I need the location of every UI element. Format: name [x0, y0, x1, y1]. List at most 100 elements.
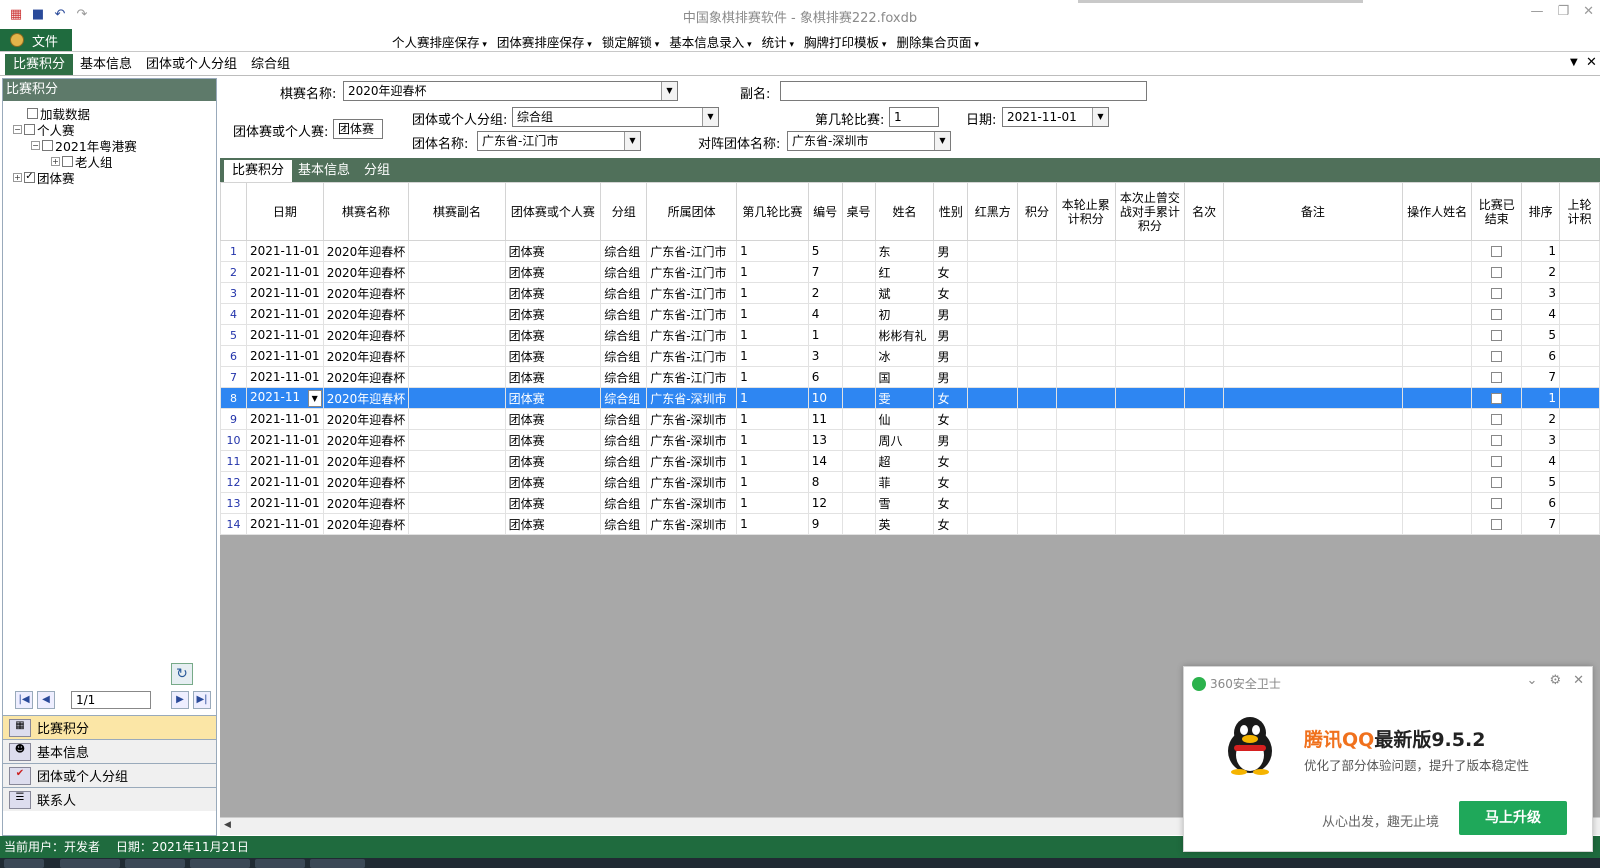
side-cell[interactable]	[967, 345, 1019, 367]
table-number-cell[interactable]	[841, 303, 876, 325]
nav-team-individual-group[interactable]: ✔ 团体或个人分组	[3, 763, 216, 787]
cumulative-score-cell[interactable]	[1055, 450, 1116, 472]
player-number-cell[interactable]: 1	[807, 324, 843, 346]
team-cell[interactable]: 广东省-深圳市	[646, 408, 738, 430]
gender-cell[interactable]: 男	[933, 345, 969, 367]
finished-checkbox[interactable]	[1491, 372, 1503, 383]
date-cell[interactable]: 2021-11-01	[245, 513, 324, 535]
match-name-cell[interactable]: 2020年迎春杯	[322, 261, 410, 283]
match-name-cell[interactable]: 2020年迎春杯	[322, 408, 410, 430]
column-header[interactable]: 本次止曾交战对手累计积分	[1114, 182, 1186, 241]
finished-checkbox[interactable]	[1491, 435, 1503, 446]
gender-cell[interactable]: 男	[933, 240, 969, 262]
match-name-cell[interactable]: 2020年迎春杯	[322, 282, 410, 304]
previous-round-cell[interactable]	[1559, 261, 1600, 283]
round-cell[interactable]: 1	[736, 282, 809, 304]
row-number[interactable]: 13	[220, 492, 247, 514]
previous-round-cell[interactable]	[1559, 324, 1600, 346]
finished-checkbox[interactable]	[1491, 393, 1503, 404]
match-name-cell[interactable]: 2020年迎春杯	[322, 387, 410, 409]
table-number-cell[interactable]	[841, 240, 876, 262]
row-number[interactable]: 3	[220, 282, 247, 304]
round-cell[interactable]: 1	[736, 450, 809, 472]
round-cell[interactable]: 1	[736, 261, 809, 283]
order-cell[interactable]: 2	[1521, 408, 1560, 430]
minimize-icon[interactable]: —	[1530, 4, 1543, 19]
previous-round-cell[interactable]	[1559, 366, 1600, 388]
previous-round-cell[interactable]	[1559, 492, 1600, 514]
rank-cell[interactable]	[1184, 282, 1225, 304]
table-number-cell[interactable]	[841, 450, 876, 472]
match-name-cell[interactable]: 2020年迎春杯	[322, 513, 410, 535]
tree-checkbox[interactable]	[27, 107, 38, 119]
tree-checkbox-checked[interactable]: ✓	[24, 171, 35, 183]
tree-item-team[interactable]: + ✓ 团体赛	[13, 169, 216, 186]
remarks-cell[interactable]	[1223, 429, 1403, 451]
row-number[interactable]: 10	[220, 429, 247, 451]
row-number[interactable]: 1	[220, 240, 247, 262]
date-cell[interactable]: 2021-11 ▼	[245, 387, 324, 409]
finished-checkbox[interactable]	[1491, 288, 1503, 299]
previous-round-cell[interactable]	[1559, 471, 1600, 493]
previous-round-cell[interactable]	[1559, 282, 1600, 304]
gender-cell[interactable]: 女	[933, 387, 969, 409]
cumulative-score-cell[interactable]	[1055, 303, 1116, 325]
table-number-cell[interactable]	[841, 324, 876, 346]
nav-match-scores[interactable]: ▦ 比赛积分	[3, 715, 216, 739]
player-name-cell[interactable]: 红	[874, 261, 935, 283]
cumulative-score-cell[interactable]	[1055, 366, 1116, 388]
finished-checkbox-cell[interactable]	[1471, 345, 1523, 367]
gender-cell[interactable]: 女	[933, 492, 969, 514]
row-number[interactable]: 5	[220, 324, 247, 346]
rank-cell[interactable]	[1184, 450, 1225, 472]
cumulative-score-cell[interactable]	[1055, 261, 1116, 283]
player-number-cell[interactable]: 2	[807, 282, 843, 304]
type-cell[interactable]: 团体赛	[504, 408, 602, 430]
finished-checkbox-cell[interactable]	[1471, 492, 1523, 514]
table-number-cell[interactable]	[841, 471, 876, 493]
opponent-score-cell[interactable]	[1114, 303, 1186, 325]
match-name-cell[interactable]: 2020年迎春杯	[322, 303, 410, 325]
match-subname-cell[interactable]	[408, 387, 506, 409]
column-header[interactable]: 编号	[807, 182, 843, 241]
score-cell[interactable]	[1017, 513, 1057, 535]
side-cell[interactable]	[967, 450, 1019, 472]
type-cell[interactable]: 团体赛	[504, 324, 602, 346]
chevron-down-icon[interactable]: ▼	[624, 132, 640, 150]
opponent-score-cell[interactable]	[1114, 513, 1186, 535]
chevron-down-icon[interactable]: ⌄	[1527, 673, 1538, 688]
team-cell[interactable]: 广东省-深圳市	[646, 492, 738, 514]
cumulative-score-cell[interactable]	[1055, 324, 1116, 346]
finished-checkbox-cell[interactable]	[1471, 366, 1523, 388]
type-cell[interactable]: 团体赛	[504, 513, 602, 535]
group-cell[interactable]: 综合组	[600, 450, 648, 472]
menu-basic-info-entry[interactable]: 基本信息录入	[669, 32, 751, 51]
opponent-score-cell[interactable]	[1114, 471, 1186, 493]
previous-round-cell[interactable]	[1559, 513, 1600, 535]
score-cell[interactable]	[1017, 387, 1057, 409]
column-header[interactable]: 上轮计积	[1559, 182, 1600, 241]
remarks-cell[interactable]	[1223, 303, 1403, 325]
group-cell[interactable]: 综合组	[600, 261, 648, 283]
gender-cell[interactable]: 女	[933, 282, 969, 304]
operator-cell[interactable]	[1401, 366, 1473, 388]
row-number[interactable]: 2	[220, 261, 247, 283]
order-cell[interactable]: 3	[1521, 282, 1560, 304]
table-row[interactable]: 2 2021-11-01 2020年迎春杯 团体赛 综合组 广东省-江门市 1 7 红 女 2	[220, 261, 1600, 283]
tab-close-icon[interactable]: ✕	[1586, 55, 1597, 70]
row-number[interactable]: 9	[220, 408, 247, 430]
finished-checkbox[interactable]	[1491, 267, 1503, 278]
taskbar-app[interactable]	[190, 859, 250, 868]
group-select[interactable]: 综合组 ▼	[512, 107, 719, 127]
finished-checkbox-cell[interactable]	[1471, 282, 1523, 304]
rank-cell[interactable]	[1184, 471, 1225, 493]
match-subname-cell[interactable]	[408, 366, 506, 388]
match-subname-cell[interactable]	[408, 408, 506, 430]
player-number-cell[interactable]: 12	[807, 492, 843, 514]
group-cell[interactable]: 综合组	[600, 471, 648, 493]
table-number-cell[interactable]	[841, 429, 876, 451]
menu-team-seating[interactable]: 团体赛排座保存	[497, 32, 592, 51]
opponent-score-cell[interactable]	[1114, 240, 1186, 262]
first-page-button[interactable]: |◀	[15, 691, 33, 709]
rank-cell[interactable]	[1184, 429, 1225, 451]
